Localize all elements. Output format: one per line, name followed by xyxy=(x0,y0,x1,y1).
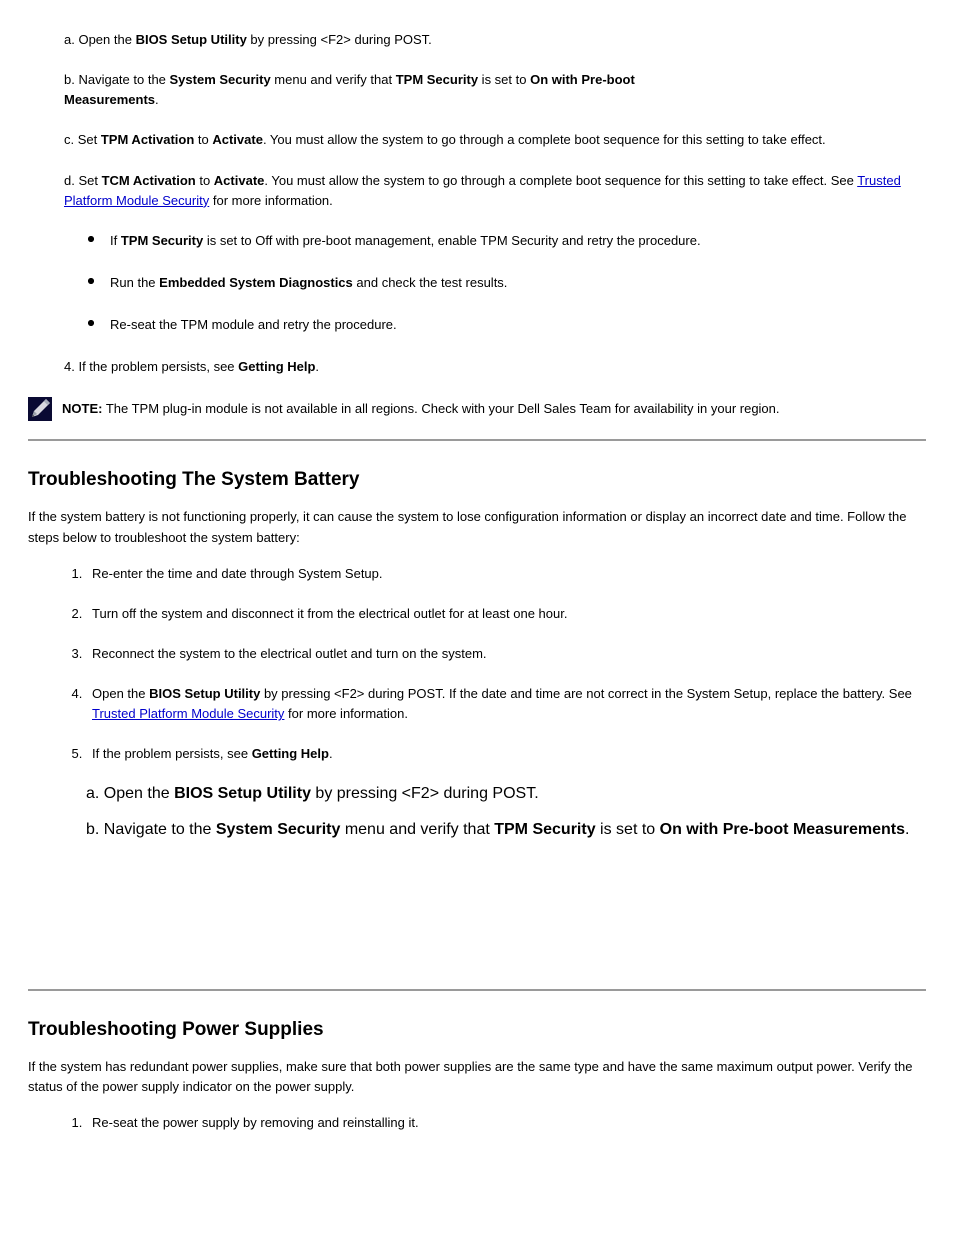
step4-pre: 4. If the problem persists, see xyxy=(64,359,238,374)
tpm-security-label: TPM Security xyxy=(396,72,478,87)
activate-label-2: Activate xyxy=(214,173,265,188)
list-item: Re-seat the power supply by removing and… xyxy=(86,1113,926,1133)
measurements-label: Measurements xyxy=(64,92,155,107)
substep-b: b. Navigate to the System Security menu … xyxy=(64,70,926,110)
substep-b-period: . xyxy=(155,92,159,107)
note-label: NOTE: xyxy=(62,401,102,416)
bullet-0-pre: If xyxy=(110,233,121,248)
section-title-battery: Troubleshooting The System Battery xyxy=(28,469,926,491)
battery-sub-b-is: is set to xyxy=(596,821,660,838)
step4-period: . xyxy=(315,359,319,374)
battery-sub-b-strong2: TPM Security xyxy=(494,821,595,838)
battery-sub-b-period: . xyxy=(905,821,909,838)
tpm-activation-label: TPM Activation xyxy=(101,132,194,147)
substep-b-text-3: is set to xyxy=(478,72,530,87)
battery-sub-b-strong1: System Security xyxy=(216,821,341,838)
system-security-label: System Security xyxy=(170,72,271,87)
substep-d-text-1: d. Set xyxy=(64,173,102,188)
substep-d: d. Set TCM Activation to Activate. You m… xyxy=(64,171,926,211)
substep-b-text-1: b. Navigate to the xyxy=(64,72,170,87)
bullet-1-strong: Embedded System Diagnostics xyxy=(159,275,353,290)
substep-c-text-1: c. Set xyxy=(64,132,101,147)
battery-step-3: Reconnect the system to the electrical o… xyxy=(92,646,487,661)
substep-d-tail: . You must allow the system to go throug… xyxy=(264,173,857,188)
getting-help-label: Getting Help xyxy=(238,359,315,374)
battery-step-5-strong: Getting Help xyxy=(252,746,329,761)
numbered-list-battery: Re-enter the time and date through Syste… xyxy=(28,564,926,765)
section-body-power: If the system has redundant power suppli… xyxy=(28,1057,926,1097)
substep-c: c. Set TPM Activation to Activate. You m… xyxy=(64,130,926,150)
bullet-list: If TPM Security is set to Off with pre-b… xyxy=(28,231,926,335)
power-step-1: Re-seat the power supply by removing and… xyxy=(92,1115,419,1130)
bullet-0-tail: is set to Off with pre-boot management, … xyxy=(203,233,700,248)
bullet-2-text: Re-seat the TPM module and retry the pro… xyxy=(110,317,397,332)
on-with-preboot-label: On with Pre-boot xyxy=(530,72,635,87)
battery-step-4-pre: Open the xyxy=(92,686,149,701)
section-body-battery: If the system battery is not functioning… xyxy=(28,507,926,547)
list-item: If TPM Security is set to Off with pre-b… xyxy=(88,231,926,251)
note-row: NOTE: The TPM plug-in module is not avai… xyxy=(28,395,926,421)
list-item: Reconnect the system to the electrical o… xyxy=(86,644,926,664)
step-4: 4. If the problem persists, see Getting … xyxy=(64,357,926,377)
numbered-list-power: Re-seat the power supply by removing and… xyxy=(28,1113,926,1133)
sub-steps-battery: a. Open the BIOS Setup Utility by pressi… xyxy=(86,785,926,839)
bullet-1-tail: and check the test results. xyxy=(353,275,508,290)
list-item: Re-enter the time and date through Syste… xyxy=(86,564,926,584)
battery-step-4-strong: BIOS Setup Utility xyxy=(149,686,260,701)
substep-a-text-2: by pressing <F2> during POST. xyxy=(247,32,432,47)
pencil-icon xyxy=(28,397,54,421)
substep-a-text-1: a. Open the xyxy=(64,32,136,47)
list-item: Turn off the system and disconnect it fr… xyxy=(86,604,926,624)
battery-sub-a-open: a. Open the xyxy=(86,785,174,802)
substep-d-after: for more information. xyxy=(209,193,333,208)
battery-sub-b-mid: menu and verify that xyxy=(340,821,494,838)
battery-step-4-after: for more information. xyxy=(284,706,408,721)
list-item: If the problem persists, see Getting Hel… xyxy=(86,744,926,764)
battery-substep-b: b. Navigate to the System Security menu … xyxy=(86,821,926,839)
battery-sub-b-open: b. Navigate to the xyxy=(86,821,216,838)
substep-c-tail: . You must allow the system to go throug… xyxy=(263,132,826,147)
substep-a: a. Open the BIOS Setup Utility by pressi… xyxy=(64,30,926,50)
bullet-1-pre: Run the xyxy=(110,275,159,290)
divider xyxy=(28,439,926,441)
battery-step-4-tail: by pressing <F2> during POST. If the dat… xyxy=(260,686,912,701)
list-item: Re-seat the TPM module and retry the pro… xyxy=(88,315,926,335)
battery-sub-a-strong: BIOS Setup Utility xyxy=(174,785,311,802)
bios-setup-utility-label: BIOS Setup Utility xyxy=(136,32,247,47)
substep-d-to: to xyxy=(196,173,214,188)
battery-step-2: Turn off the system and disconnect it fr… xyxy=(92,606,567,621)
divider xyxy=(28,989,926,991)
note-body: The TPM plug-in module is not available … xyxy=(102,401,779,416)
list-item: Run the Embedded System Diagnostics and … xyxy=(88,273,926,293)
tcm-activation-label: TCM Activation xyxy=(102,173,196,188)
battery-step-5-period: . xyxy=(329,746,333,761)
substep-c-to: to xyxy=(194,132,212,147)
bullet-0-strong: TPM Security xyxy=(121,233,203,248)
battery-step-1: Re-enter the time and date through Syste… xyxy=(92,566,383,581)
tpm-security-link-2[interactable]: Trusted Platform Module Security xyxy=(92,706,284,721)
battery-step-5-pre: If the problem persists, see xyxy=(92,746,252,761)
battery-substep-a: a. Open the BIOS Setup Utility by pressi… xyxy=(86,785,926,803)
battery-sub-b-strong3: On with Pre-boot Measurements xyxy=(660,821,905,838)
battery-sub-a-tail: by pressing <F2> during POST. xyxy=(311,785,539,802)
substep-b-text-2: menu and verify that xyxy=(271,72,396,87)
note-text: NOTE: The TPM plug-in module is not avai… xyxy=(62,395,780,419)
list-item: Open the BIOS Setup Utility by pressing … xyxy=(86,684,926,724)
section-title-power: Troubleshooting Power Supplies xyxy=(28,1019,926,1041)
activate-label: Activate xyxy=(212,132,263,147)
